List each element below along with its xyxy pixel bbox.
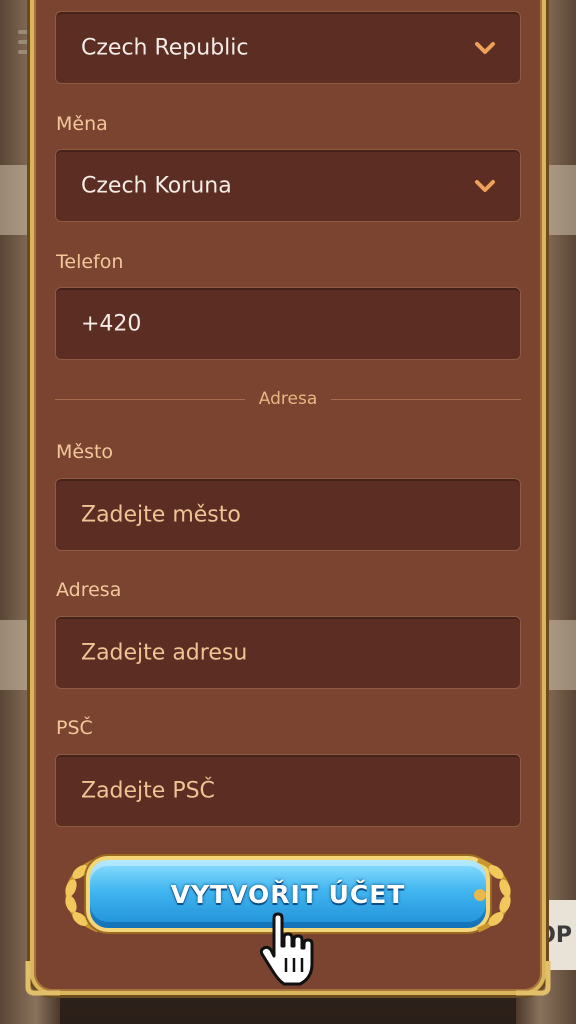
currency-value: Czech Koruna <box>81 173 232 198</box>
address-input[interactable]: Zadejte adresu <box>55 616 521 689</box>
country-select[interactable]: Czech Republic <box>55 11 521 84</box>
city-label: Město <box>56 441 114 463</box>
laurel-icon <box>474 857 511 933</box>
postal-code-placeholder: Zadejte PSČ <box>81 778 215 803</box>
currency-select[interactable]: Czech Koruna <box>55 149 521 222</box>
address-placeholder: Zadejte adresu <box>81 640 248 665</box>
city-input[interactable]: Zadejte město <box>55 478 521 551</box>
postal-code-label: PSČ <box>56 717 93 739</box>
corner-ornament <box>25 961 60 996</box>
hand-pointer-icon <box>259 912 314 986</box>
address-section-title: Adresa <box>258 389 318 409</box>
chevron-down-icon <box>475 41 495 54</box>
chevron-down-icon <box>475 179 495 192</box>
phone-value: +420 <box>81 311 142 336</box>
corner-ornament <box>516 961 551 996</box>
address-label: Adresa <box>56 579 122 601</box>
country-value: Czech Republic <box>81 35 249 60</box>
phone-label: Telefon <box>56 251 124 273</box>
postal-code-input[interactable]: Zadejte PSČ <box>55 754 521 827</box>
city-placeholder: Zadejte město <box>81 502 241 527</box>
currency-label: Měna <box>56 113 108 135</box>
phone-input[interactable]: +420 <box>55 287 521 360</box>
address-section-divider: Adresa <box>55 388 522 410</box>
